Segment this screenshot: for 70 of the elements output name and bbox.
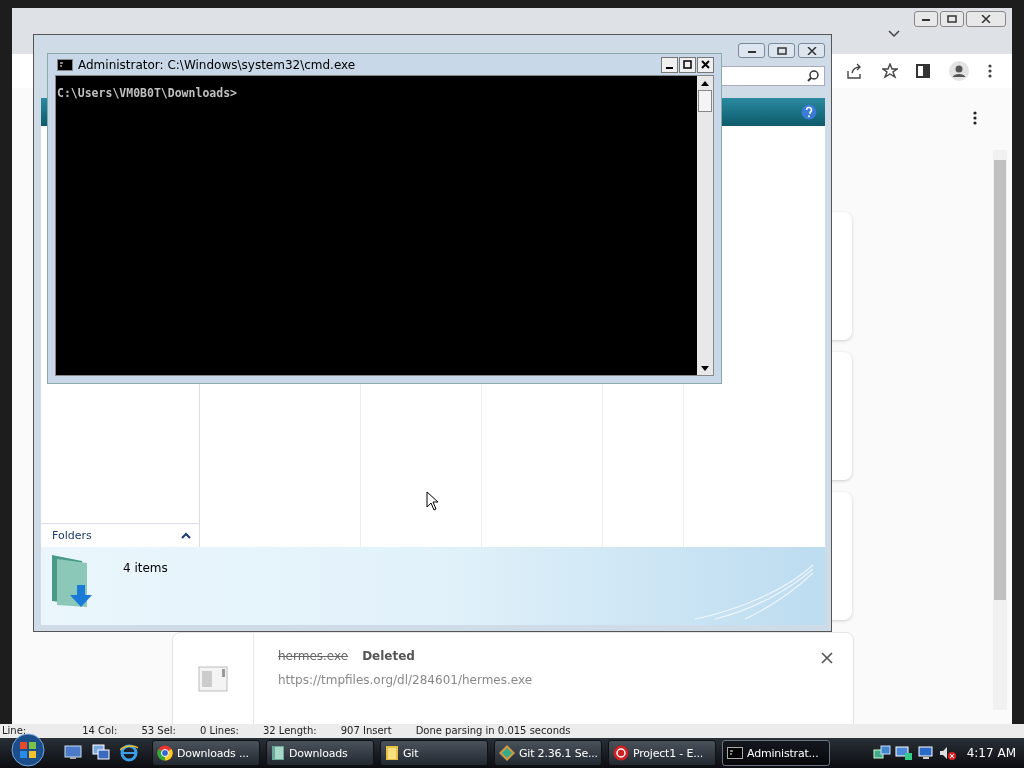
monitor-icon[interactable] <box>916 745 935 761</box>
console-output[interactable]: C:\Users\VM0B0T\Downloads> <box>56 76 697 375</box>
close-icon <box>701 60 710 69</box>
folder-icon <box>271 745 285 761</box>
download-status: Deleted <box>362 649 415 663</box>
minimize-button[interactable] <box>738 43 765 58</box>
app-icon <box>613 745 629 761</box>
scrollbar[interactable] <box>697 76 713 375</box>
status-text: 907 Insert <box>340 724 393 738</box>
folder-icon <box>385 745 399 761</box>
maximize-icon <box>683 60 692 69</box>
taskbar-button[interactable]: Downloads ... <box>152 740 260 766</box>
close-icon <box>806 46 817 55</box>
diamond-icon <box>499 745 515 761</box>
network-icon[interactable] <box>872 745 891 761</box>
taskbar-button[interactable]: Git <box>380 740 488 766</box>
side-panel-icon[interactable] <box>916 64 930 78</box>
status-text: Done parsing in 0.015 seconds <box>415 724 572 738</box>
minimize-icon <box>666 66 673 69</box>
console-icon <box>57 58 73 71</box>
close-button[interactable] <box>798 43 825 58</box>
chevron-down-icon[interactable] <box>888 30 900 38</box>
maximize-button[interactable] <box>940 11 964 27</box>
close-icon <box>981 15 991 23</box>
clock[interactable]: 4:17 AM <box>966 746 1016 760</box>
file-icon <box>198 666 228 692</box>
minimize-button[interactable] <box>661 56 678 73</box>
minimize-button[interactable] <box>914 11 938 27</box>
download-url: https://tmpfiles.org/dl/284601/hermes.exe <box>278 673 534 687</box>
maximize-icon <box>776 46 787 55</box>
status-text: 53 Sel: <box>141 724 177 738</box>
browser-icon[interactable] <box>120 744 138 762</box>
more-icon[interactable] <box>973 111 977 125</box>
file-name: hermes.exe <box>278 649 349 663</box>
item-count: 4 items <box>123 561 168 575</box>
start-button[interactable] <box>8 733 48 767</box>
close-icon[interactable] <box>821 652 833 664</box>
status-text: 32 Length: <box>262 724 318 738</box>
console-icon <box>727 747 743 759</box>
caret-up-icon <box>181 532 191 539</box>
maximize-button[interactable] <box>768 43 795 58</box>
volume-muted-icon[interactable] <box>938 745 957 761</box>
maximize-button[interactable] <box>679 56 696 73</box>
search-icon <box>807 70 819 82</box>
star-icon[interactable] <box>882 63 898 79</box>
chrome-icon <box>157 745 173 761</box>
scroll-thumb[interactable] <box>698 90 712 112</box>
desktop-icon[interactable] <box>64 744 82 760</box>
maximize-icon <box>947 15 957 23</box>
taskbar-button[interactable]: Git 2.36.1 Se... <box>494 740 602 766</box>
console-line: C:\Users\VM0B0T\Downloads> <box>57 86 238 100</box>
scrollbar[interactable] <box>993 150 1007 710</box>
close-button[interactable] <box>697 56 714 73</box>
menu-icon[interactable] <box>988 64 992 78</box>
status-text: 0 Lines: <box>199 724 240 738</box>
status-text: 14 Col: <box>82 724 119 738</box>
switch-windows-icon[interactable] <box>92 744 110 760</box>
minimize-icon <box>921 16 931 22</box>
window-title: Administrator: C:\Windows\system32\cmd.exe <box>78 57 357 72</box>
profile-icon[interactable] <box>948 60 970 82</box>
mouse-cursor <box>426 491 440 511</box>
computer-icon[interactable] <box>894 745 913 761</box>
share-icon[interactable] <box>846 63 864 79</box>
close-button[interactable] <box>966 11 1006 27</box>
status-text: Line: <box>1 724 28 738</box>
taskbar-button[interactable]: Downloads <box>266 740 374 766</box>
search-field[interactable] <box>721 66 825 86</box>
help-icon[interactable] <box>801 104 817 120</box>
taskbar-button[interactable]: Project1 - E... <box>608 740 716 766</box>
taskbar-button[interactable]: Administrat... <box>722 740 830 766</box>
